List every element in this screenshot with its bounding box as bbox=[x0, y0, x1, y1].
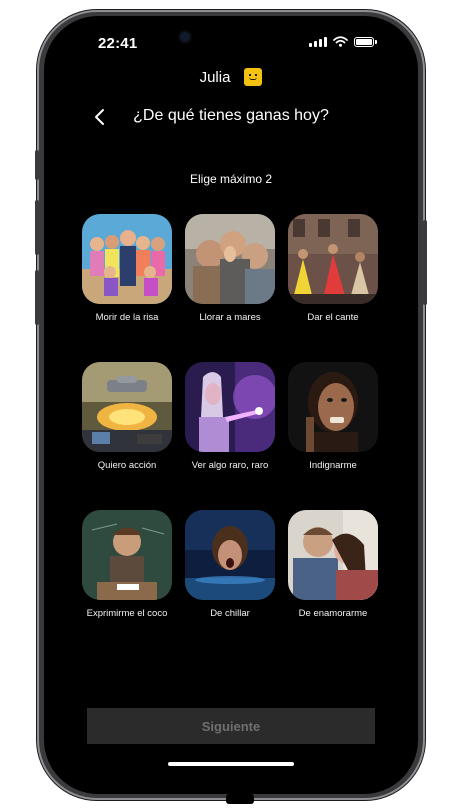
mood-thumbnail bbox=[288, 214, 378, 304]
mood-thumbnail bbox=[82, 362, 172, 452]
mood-label: Morir de la risa bbox=[95, 312, 159, 323]
mood-thumbnail bbox=[288, 510, 378, 600]
mood-tile-quiero-accion[interactable]: Quiero acción bbox=[82, 362, 172, 471]
mood-tile-ver-algo-raro[interactable]: Ver algo raro, raro bbox=[185, 362, 275, 471]
battery-icon bbox=[354, 36, 377, 47]
mood-label: Llorar a mares bbox=[199, 312, 261, 323]
selection-hint: Elige máximo 2 bbox=[189, 172, 273, 186]
mood-tile-llorar-a-mares[interactable]: Llorar a mares bbox=[185, 214, 275, 323]
mood-tile-dar-el-cante[interactable]: Dar el cante bbox=[288, 214, 378, 323]
wifi-icon bbox=[333, 36, 348, 47]
status-time: 22:41 bbox=[98, 35, 138, 52]
side-button-volume-down bbox=[35, 270, 39, 325]
mood-label: Indignarme bbox=[309, 460, 357, 471]
mood-tile-de-enamorarme[interactable]: De enamorarme bbox=[288, 510, 378, 619]
mood-label: Dar el cante bbox=[307, 312, 359, 323]
mood-tile-morir-de-la-risa[interactable]: Morir de la risa bbox=[82, 214, 172, 323]
status-bar: 22:41 bbox=[44, 16, 418, 66]
mood-thumbnail bbox=[288, 362, 378, 452]
avatar bbox=[244, 68, 263, 86]
mood-thumbnail bbox=[185, 214, 275, 304]
mood-thumbnail bbox=[185, 510, 275, 600]
app-screen: 22:41 Julia ¿De qué tienes ganas hoy? El… bbox=[44, 16, 418, 794]
mood-label: Exprimirme el coco bbox=[86, 608, 168, 619]
profile-name: Julia bbox=[199, 68, 231, 86]
mood-tile-indignarme[interactable]: Indignarme bbox=[288, 362, 378, 471]
mood-label: Quiero acción bbox=[97, 460, 157, 471]
home-indicator[interactable] bbox=[168, 762, 294, 766]
page-header: ¿De qué tienes ganas hoy? bbox=[44, 104, 418, 130]
mood-label: De enamorarme bbox=[298, 608, 368, 619]
status-icons bbox=[309, 36, 377, 47]
mood-label: Ver algo raro, raro bbox=[191, 460, 269, 471]
bottom-mark bbox=[226, 794, 254, 804]
front-camera bbox=[180, 32, 190, 42]
profile-header[interactable]: Julia bbox=[44, 68, 418, 86]
signal-icon bbox=[309, 36, 327, 47]
next-button[interactable]: Siguiente bbox=[87, 708, 375, 744]
mood-thumbnail bbox=[82, 510, 172, 600]
mood-thumbnail bbox=[185, 362, 275, 452]
mood-thumbnail bbox=[82, 214, 172, 304]
side-button-volume-up bbox=[35, 200, 39, 255]
page-title: ¿De qué tienes ganas hoy? bbox=[133, 107, 329, 124]
mood-tile-de-chillar[interactable]: De chillar bbox=[185, 510, 275, 619]
side-button-power bbox=[423, 220, 427, 305]
mood-tile-exprimirme-el-coco[interactable]: Exprimirme el coco bbox=[82, 510, 172, 619]
side-button-mute bbox=[35, 150, 39, 180]
mood-label: De chillar bbox=[210, 608, 250, 619]
